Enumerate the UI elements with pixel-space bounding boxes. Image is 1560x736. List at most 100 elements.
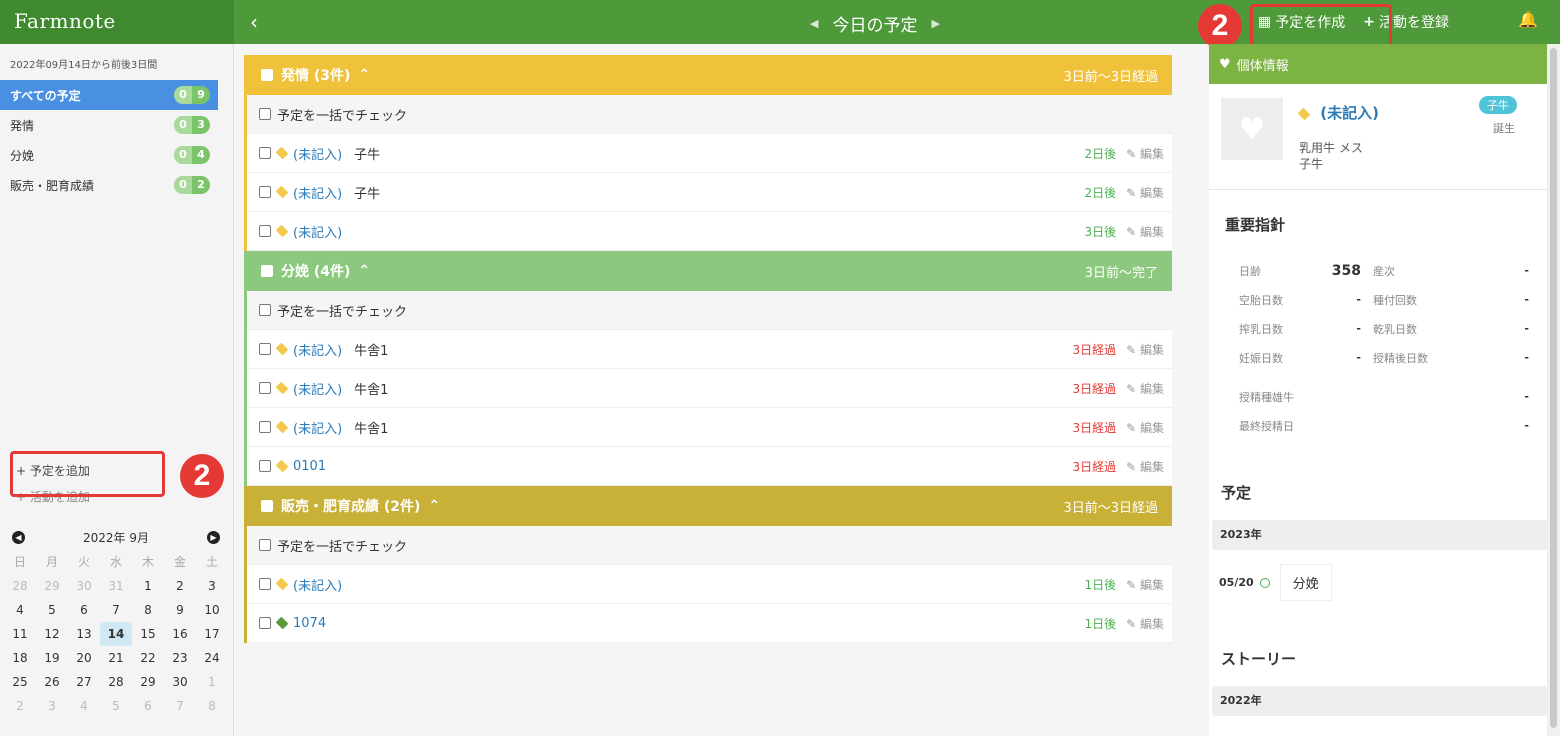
chevron-left-icon: ‹	[250, 10, 258, 34]
back-button[interactable]: ‹	[250, 10, 258, 34]
bulk-checkbox[interactable]	[259, 539, 271, 551]
calendar-day[interactable]: 17	[196, 622, 228, 646]
chevron-up-icon[interactable]: ⌃	[358, 67, 370, 83]
calendar-day[interactable]: 30	[164, 670, 196, 694]
calendar-day[interactable]: 16	[164, 622, 196, 646]
cow-id-link[interactable]: 0101	[293, 459, 326, 474]
calendar-day[interactable]: 23	[164, 646, 196, 670]
cow-id-link[interactable]: (未記入)	[293, 418, 342, 437]
calendar-day[interactable]: 8	[132, 598, 164, 622]
calendar-day[interactable]: 10	[196, 598, 228, 622]
bulk-check-row[interactable]: 予定を一括でチェック	[247, 526, 1172, 565]
calendar-day[interactable]: 6	[68, 598, 100, 622]
edit-button[interactable]: ✎ 編集	[1126, 576, 1164, 593]
calendar-day[interactable]: 30	[68, 574, 100, 598]
calendar-day[interactable]: 11	[4, 622, 36, 646]
bulk-check-row[interactable]: 予定を一括でチェック	[247, 95, 1172, 134]
scrollbar-thumb[interactable]	[1550, 48, 1557, 728]
edit-button[interactable]: ✎ 編集	[1126, 145, 1164, 162]
calendar-day[interactable]: 2	[4, 694, 36, 718]
edit-button[interactable]: ✎ 編集	[1126, 380, 1164, 397]
calendar-day[interactable]: 22	[132, 646, 164, 670]
row-checkbox[interactable]	[259, 460, 271, 472]
calendar-day[interactable]: 31	[100, 574, 132, 598]
calendar-day[interactable]: 29	[36, 574, 68, 598]
row-checkbox[interactable]	[259, 225, 271, 237]
group-checkbox[interactable]	[261, 265, 273, 277]
calendar-day[interactable]: 12	[36, 622, 68, 646]
sidebar-item-estrus[interactable]: 発情 03	[0, 110, 218, 140]
sidebar-item-sales[interactable]: 販売・肥育成績 02	[0, 170, 218, 200]
calendar-day[interactable]: 2	[164, 574, 196, 598]
edit-button[interactable]: ✎ 編集	[1126, 223, 1164, 240]
cow-name[interactable]: (未記入)	[1297, 102, 1379, 123]
row-checkbox[interactable]	[259, 421, 271, 433]
next-day-icon[interactable]: ▶	[931, 17, 939, 30]
calendar-day[interactable]: 13	[68, 622, 100, 646]
bell-icon[interactable]: 🔔	[1518, 10, 1538, 29]
cow-id-link[interactable]: (未記入)	[293, 222, 342, 241]
group-checkbox[interactable]	[261, 500, 273, 512]
calendar-day[interactable]: 24	[196, 646, 228, 670]
cow-id-link[interactable]: (未記入)	[293, 575, 342, 594]
calendar-day[interactable]: 15	[132, 622, 164, 646]
calendar-day[interactable]: 28	[4, 574, 36, 598]
cow-id-link[interactable]: 1074	[293, 616, 326, 631]
edit-button[interactable]: ✎ 編集	[1126, 184, 1164, 201]
calendar-day[interactable]: 9	[164, 598, 196, 622]
calendar-day[interactable]: 4	[68, 694, 100, 718]
calendar-day[interactable]: 19	[36, 646, 68, 670]
right-scrollbar[interactable]	[1547, 44, 1560, 736]
next-month-icon[interactable]: ▶	[207, 530, 220, 544]
calendar-day[interactable]: 20	[68, 646, 100, 670]
cow-id-link[interactable]: (未記入)	[293, 340, 342, 359]
edit-button[interactable]: ✎ 編集	[1126, 419, 1164, 436]
calendar-day[interactable]: 28	[100, 670, 132, 694]
chevron-up-icon[interactable]: ⌃	[358, 263, 370, 279]
row-checkbox[interactable]	[259, 382, 271, 394]
group-checkbox[interactable]	[261, 69, 273, 81]
calendar-day[interactable]: 1	[196, 670, 228, 694]
calendar-day[interactable]: 14	[100, 622, 132, 646]
cow-id-link[interactable]: (未記入)	[293, 183, 342, 202]
bulk-checkbox[interactable]	[259, 304, 271, 316]
app-logo[interactable]: Farmnote	[14, 9, 116, 33]
calendar-day[interactable]: 29	[132, 670, 164, 694]
calendar-day[interactable]: 21	[100, 646, 132, 670]
group-header[interactable]: 販売・肥育成績 (2件) ⌃ 3日前〜3日経過	[247, 486, 1172, 526]
calendar-day[interactable]: 18	[4, 646, 36, 670]
edit-button[interactable]: ✎ 編集	[1126, 341, 1164, 358]
calendar-day[interactable]: 3	[36, 694, 68, 718]
sidebar-item-calving[interactable]: 分娩 04	[0, 140, 218, 170]
group-header[interactable]: 発情 (3件) ⌃ 3日前〜3日経過	[247, 55, 1172, 95]
calendar-day[interactable]: 7	[164, 694, 196, 718]
calendar-day[interactable]: 5	[100, 694, 132, 718]
calendar-day[interactable]: 3	[196, 574, 228, 598]
row-checkbox[interactable]	[259, 343, 271, 355]
calendar-day[interactable]: 25	[4, 670, 36, 694]
group-header[interactable]: 分娩 (4件) ⌃ 3日前〜完了	[247, 251, 1172, 291]
calendar-day[interactable]: 6	[132, 694, 164, 718]
bulk-checkbox[interactable]	[259, 108, 271, 120]
edit-button[interactable]: ✎ 編集	[1126, 458, 1164, 475]
row-checkbox[interactable]	[259, 147, 271, 159]
edit-button[interactable]: ✎ 編集	[1126, 615, 1164, 632]
sidebar-item-all[interactable]: すべての予定 09	[0, 80, 218, 110]
cow-id-link[interactable]: (未記入)	[293, 379, 342, 398]
calendar-day[interactable]: 7	[100, 598, 132, 622]
calendar-day[interactable]: 1	[132, 574, 164, 598]
bulk-check-row[interactable]: 予定を一括でチェック	[247, 291, 1172, 330]
calendar-day[interactable]: 4	[4, 598, 36, 622]
plan-item[interactable]: 05/20 分娩	[1219, 564, 1332, 601]
calendar-day[interactable]: 26	[36, 670, 68, 694]
calendar-day[interactable]: 27	[68, 670, 100, 694]
row-checkbox[interactable]	[259, 617, 271, 629]
prev-day-icon[interactable]: ◀	[810, 17, 818, 30]
calendar-day[interactable]: 5	[36, 598, 68, 622]
prev-month-icon[interactable]: ◀	[12, 530, 25, 544]
cow-id-link[interactable]: (未記入)	[293, 144, 342, 163]
chevron-up-icon[interactable]: ⌃	[428, 498, 440, 514]
row-checkbox[interactable]	[259, 578, 271, 590]
row-checkbox[interactable]	[259, 186, 271, 198]
calendar-day[interactable]: 8	[196, 694, 228, 718]
